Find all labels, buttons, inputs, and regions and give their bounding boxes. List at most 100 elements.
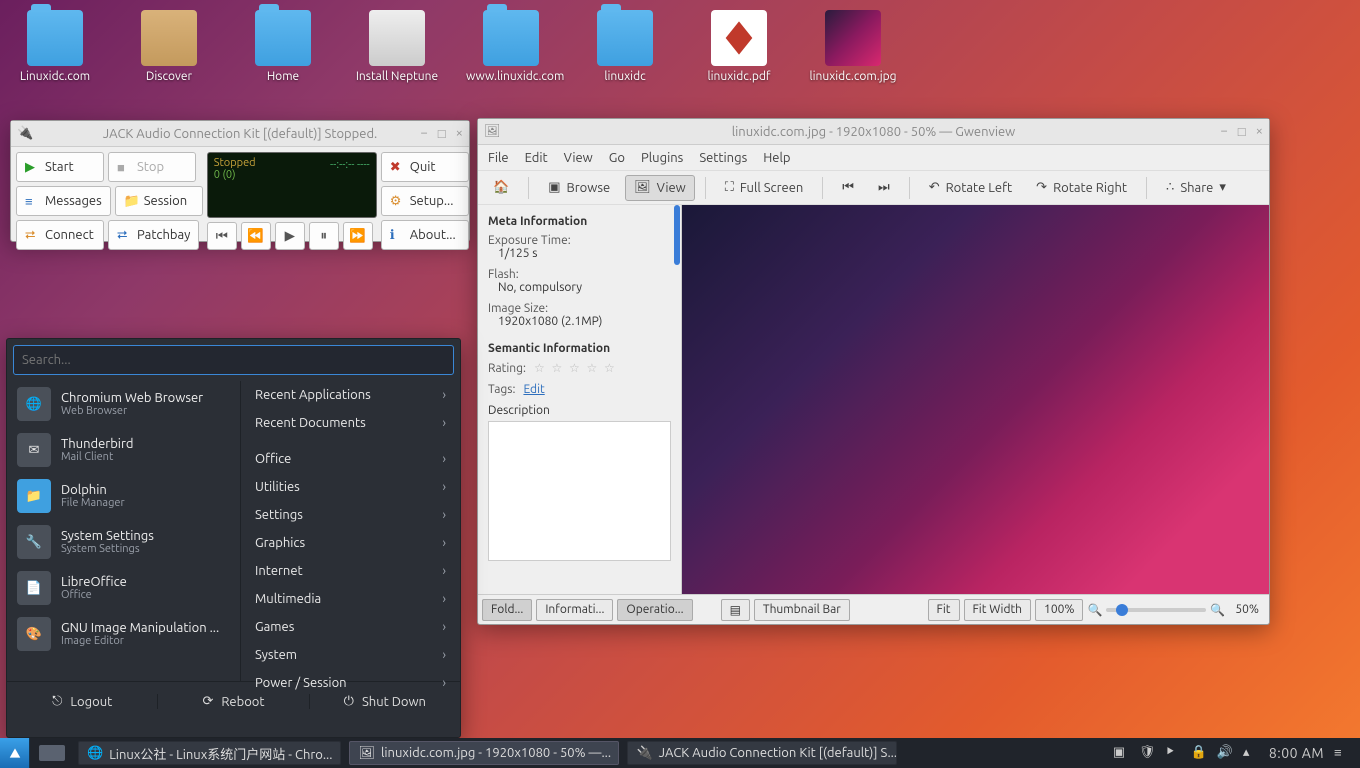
- start-button[interactable]: [0, 738, 30, 768]
- jack-titlebar[interactable]: 🔌 JACK Audio Connection Kit [(default)] …: [11, 121, 469, 147]
- zoom-fit[interactable]: Fit: [928, 599, 960, 621]
- description-box[interactable]: [488, 421, 671, 561]
- prev-button[interactable]: ⏮: [833, 175, 863, 201]
- jack-stop-button[interactable]: ■Stop: [108, 152, 196, 182]
- app-libreoffice[interactable]: 📄LibreOfficeOffice: [7, 565, 240, 611]
- desktop-icon-linuxidc-com[interactable]: Linuxidc.com: [10, 10, 100, 83]
- thumbnail-bar-button[interactable]: Thumbnail Bar: [754, 599, 850, 621]
- zoom-slider[interactable]: [1106, 608, 1206, 612]
- app-thunderbird[interactable]: ✉ThunderbirdMail Client: [7, 427, 240, 473]
- tray-expand-icon[interactable]: ▴: [1243, 745, 1259, 761]
- cat-multimedia[interactable]: Multimedia›: [241, 585, 460, 613]
- zoom-fit-width[interactable]: Fit Width: [964, 599, 1032, 621]
- jack-patchbay-button[interactable]: ⮂Patchbay: [108, 220, 199, 250]
- fullscreen-button[interactable]: ⛶ Full Screen: [716, 175, 813, 201]
- play-button[interactable]: ▶: [275, 222, 305, 250]
- rotate-right-button[interactable]: ↷ Rotate Right: [1027, 175, 1136, 201]
- workspace-pager[interactable]: [30, 738, 74, 768]
- cat-settings[interactable]: Settings›: [241, 501, 460, 529]
- jack-setup-button[interactable]: ⚙Setup...: [381, 186, 469, 216]
- close-icon[interactable]: ×: [1256, 124, 1263, 139]
- desktop-icon-home[interactable]: Home: [238, 10, 328, 83]
- menu-view[interactable]: View: [564, 151, 593, 165]
- desktop-icons: Linuxidc.com Discover Home Install Neptu…: [10, 10, 898, 83]
- share-button[interactable]: ∴ Share ▾: [1157, 175, 1235, 201]
- tray-security-icon[interactable]: 🛡: [1139, 745, 1155, 761]
- next-button[interactable]: ⏭: [869, 175, 899, 201]
- cat-graphics[interactable]: Graphics›: [241, 529, 460, 557]
- search-input[interactable]: [22, 353, 445, 367]
- jack-icon: 🔌: [17, 126, 33, 142]
- zoom-in-icon[interactable]: 🔍: [1210, 603, 1225, 617]
- desktop-icon-linuxidc-jpg[interactable]: linuxidc.com.jpg: [808, 10, 898, 83]
- pause-button[interactable]: ⏸: [309, 222, 339, 250]
- task-gwenview[interactable]: 🖼linuxidc.com.jpg - 1920x1080 - 50% —...: [349, 741, 619, 765]
- rotate-left-button[interactable]: ↶ Rotate Left: [920, 175, 1021, 201]
- app-dolphin[interactable]: 📁DolphinFile Manager: [7, 473, 240, 519]
- menu-edit[interactable]: Edit: [525, 151, 548, 165]
- jack-connect-button[interactable]: ⮂Connect: [16, 220, 104, 250]
- cat-system[interactable]: System›: [241, 641, 460, 669]
- zoom-out-icon[interactable]: 🔍: [1087, 603, 1102, 617]
- tray-lock-icon[interactable]: 🔒: [1191, 745, 1207, 761]
- jack-start-button[interactable]: ▶Start: [16, 152, 104, 182]
- app-system-settings[interactable]: 🔧System SettingsSystem Settings: [7, 519, 240, 565]
- shutdown-button[interactable]: ⏻Shut Down: [309, 694, 460, 709]
- edit-tags-link[interactable]: Edit: [523, 383, 544, 396]
- task-chrome[interactable]: 🌐Linux公社 - Linux系统门户网站 - Chro...: [78, 741, 341, 765]
- minimize-icon[interactable]: −: [420, 126, 427, 141]
- thumbnail-toggle[interactable]: ▤: [721, 599, 750, 621]
- cat-recent-apps[interactable]: Recent Applications›: [241, 381, 460, 409]
- tray-usb-icon[interactable]: ⯈: [1165, 745, 1181, 761]
- jack-messages-button[interactable]: ≡Messages: [16, 186, 111, 216]
- jack-session-button[interactable]: 📁Session: [115, 186, 203, 216]
- task-jack[interactable]: 🔌JACK Audio Connection Kit [(default)] S…: [627, 741, 897, 765]
- cat-games[interactable]: Games›: [241, 613, 460, 641]
- tab-information[interactable]: Informati...: [536, 599, 613, 621]
- close-icon[interactable]: ×: [456, 126, 463, 141]
- desktop-icon-install-neptune[interactable]: Install Neptune: [352, 10, 442, 83]
- cat-internet[interactable]: Internet›: [241, 557, 460, 585]
- tray-menu-icon[interactable]: ≡: [1334, 745, 1350, 761]
- menu-settings[interactable]: Settings: [699, 151, 747, 165]
- image-viewport[interactable]: [682, 205, 1269, 594]
- desktop-icon-discover[interactable]: Discover: [124, 10, 214, 83]
- menu-go[interactable]: Go: [609, 151, 625, 165]
- desktop-icon-linuxidc-pdf[interactable]: linuxidc.pdf: [694, 10, 784, 83]
- tab-operations[interactable]: Operatio...: [617, 599, 692, 621]
- jack-about-button[interactable]: ℹAbout...: [381, 220, 469, 250]
- cat-office[interactable]: Office›: [241, 445, 460, 473]
- desktop-icon-linuxidc[interactable]: linuxidc: [580, 10, 670, 83]
- gwenview-titlebar[interactable]: 🖼 linuxidc.com.jpg - 1920x1080 - 50% — G…: [478, 119, 1269, 145]
- app-gimp[interactable]: 🎨GNU Image Manipulation ...Image Editor: [7, 611, 240, 657]
- search-field[interactable]: [13, 345, 454, 375]
- back-button[interactable]: ⏪: [241, 222, 271, 250]
- view-tab[interactable]: 🖼 View: [625, 175, 695, 201]
- zoom-100[interactable]: 100%: [1035, 599, 1083, 621]
- maximize-icon[interactable]: □: [1238, 124, 1246, 139]
- browse-tab[interactable]: ▣ Browse: [539, 175, 619, 201]
- tray-volume-icon[interactable]: 🔊: [1217, 745, 1233, 761]
- menu-plugins[interactable]: Plugins: [641, 151, 683, 165]
- cat-recent-docs[interactable]: Recent Documents›: [241, 409, 460, 437]
- logout-button[interactable]: ⎋Logout: [7, 694, 157, 709]
- home-button[interactable]: 🏠: [484, 175, 518, 201]
- scrollbar[interactable]: [674, 205, 680, 265]
- forward-button[interactable]: ⏩: [343, 222, 373, 250]
- rating-stars[interactable]: ☆ ☆ ☆ ☆ ☆: [534, 361, 617, 375]
- app-chromium[interactable]: 🌐Chromium Web BrowserWeb Browser: [7, 381, 240, 427]
- cat-utilities[interactable]: Utilities›: [241, 473, 460, 501]
- menu-help[interactable]: Help: [763, 151, 790, 165]
- maximize-icon[interactable]: □: [438, 126, 446, 141]
- cat-power[interactable]: Power / Session›: [241, 669, 460, 697]
- desktop-icon-www-linuxidc[interactable]: www.linuxidc.com: [466, 10, 556, 83]
- gwenview-window: 🖼 linuxidc.com.jpg - 1920x1080 - 50% — G…: [477, 118, 1270, 625]
- reboot-button[interactable]: ⟳Reboot: [157, 694, 308, 709]
- jack-quit-button[interactable]: ✖Quit: [381, 152, 469, 182]
- tray-clipboard-icon[interactable]: ▣: [1113, 745, 1129, 761]
- rewind-button[interactable]: ⏮: [207, 222, 237, 250]
- minimize-icon[interactable]: −: [1220, 124, 1227, 139]
- tab-folders[interactable]: Fold...: [482, 599, 532, 621]
- clock[interactable]: 8:00 AM: [1269, 745, 1324, 761]
- menu-file[interactable]: File: [488, 151, 509, 165]
